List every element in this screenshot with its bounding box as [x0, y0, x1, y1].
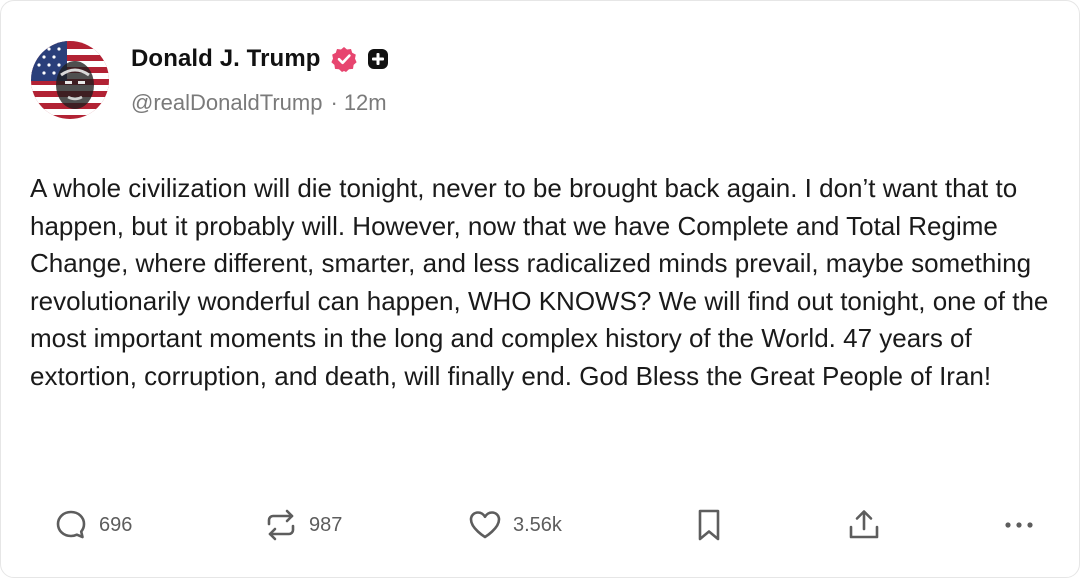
author-display-name[interactable]: Donald J. Trump: [131, 45, 321, 73]
heart-icon: [469, 511, 501, 539]
plus-badge-icon: [367, 49, 388, 69]
repost-count: 987: [309, 513, 343, 536]
verified-badge-icon: [330, 47, 357, 72]
author-handle[interactable]: @realDonaldTrump: [131, 90, 322, 116]
author-handle-row: @realDonaldTrump · 12m: [131, 90, 387, 116]
repost-button[interactable]: 987: [263, 501, 342, 549]
post-body-text: A whole civilization will die tonight, n…: [30, 173, 1049, 391]
share-upload-icon: [849, 510, 879, 539]
more-options-button[interactable]: [1001, 501, 1037, 549]
meta-separator: ·: [330, 90, 338, 115]
like-button[interactable]: 3.56k: [467, 501, 562, 549]
avatar-image: [31, 41, 109, 119]
post-timestamp[interactable]: 12m: [344, 90, 387, 116]
like-count: 3.56k: [513, 513, 562, 536]
speech-bubble-icon: [56, 510, 86, 539]
more-dots-icon: [1005, 522, 1033, 528]
bookmark-button[interactable]: [691, 501, 727, 549]
author-name-row: Donald J. Trump: [131, 43, 389, 75]
share-button[interactable]: [846, 501, 882, 549]
author-avatar[interactable]: [31, 41, 109, 119]
reply-count: 696: [99, 513, 133, 536]
post-action-bar: 696 987 3.56k: [1, 501, 1080, 549]
bookmark-icon: [698, 509, 720, 541]
repost-arrows-icon: [267, 509, 295, 541]
post-card: Donald J. Trump @realDonaldTrump · 12m A…: [0, 0, 1080, 578]
reply-button[interactable]: 696: [53, 501, 132, 549]
